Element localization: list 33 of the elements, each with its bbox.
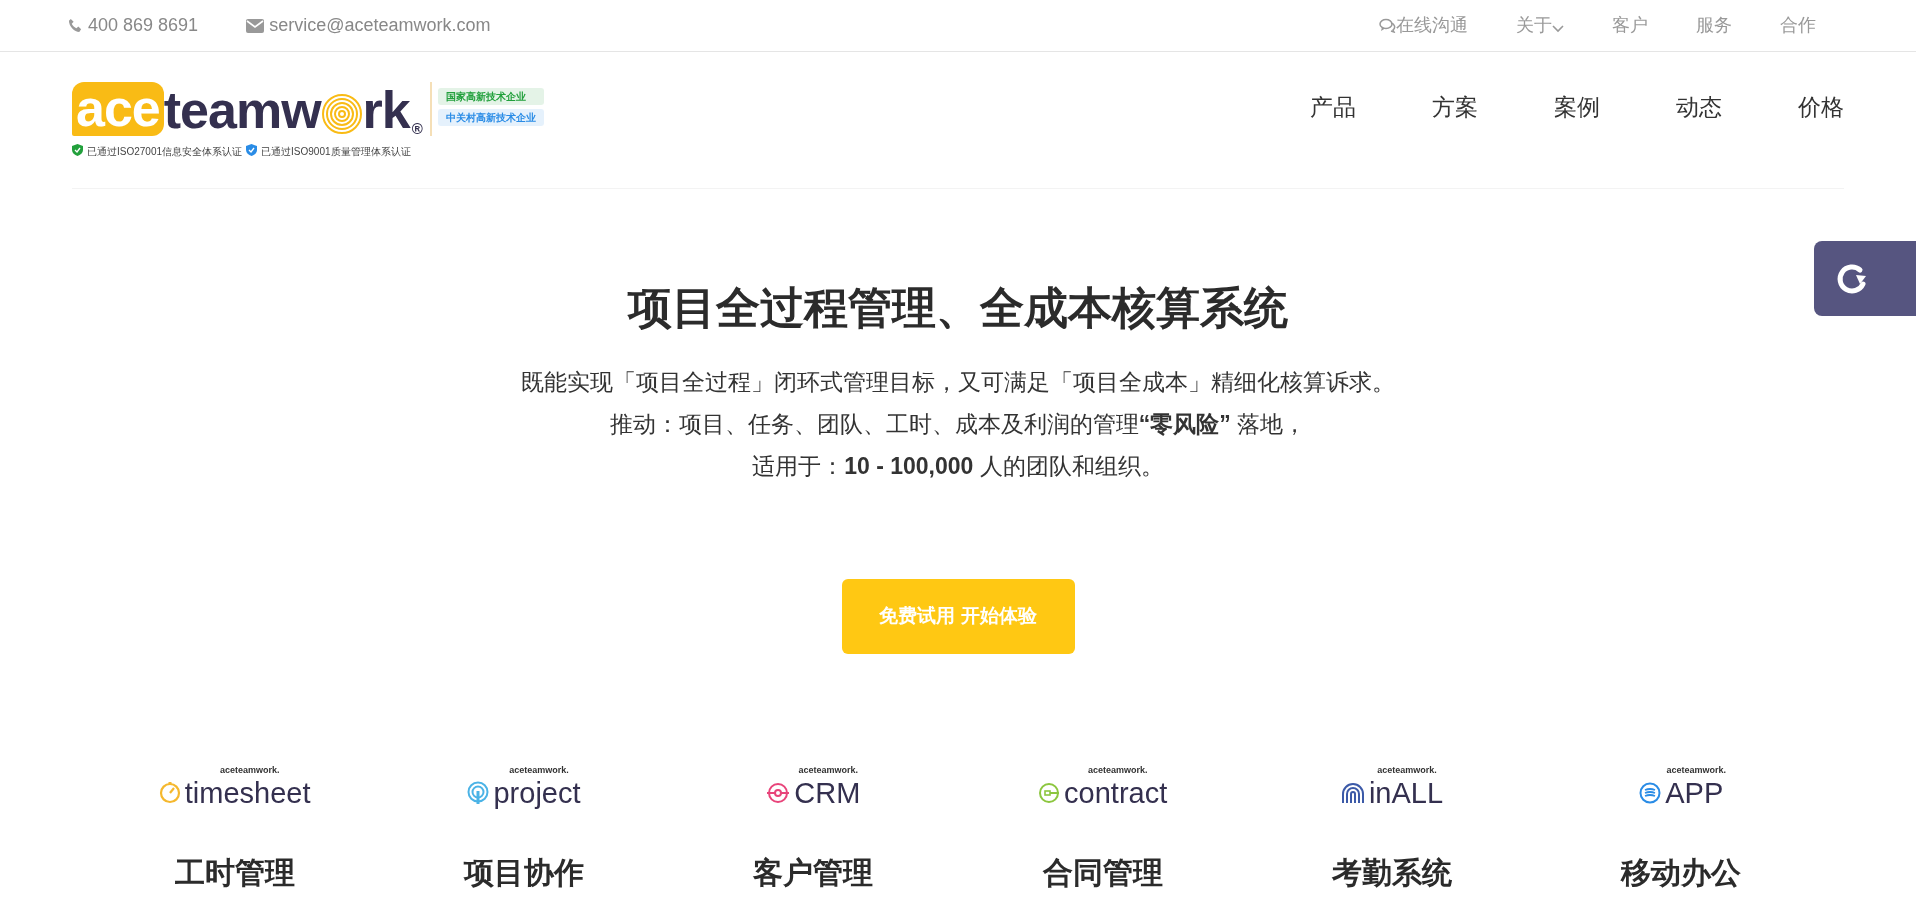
product-logo[interactable]: aceteamwork. project	[467, 765, 581, 808]
logo[interactable]: aceteamw rk®	[72, 82, 422, 136]
phone-icon	[68, 18, 83, 33]
nav-link-item[interactable]: 价格	[1798, 90, 1844, 125]
chat-icon	[1379, 18, 1396, 33]
mail-icon	[246, 19, 265, 33]
product-title: 工时管理	[174, 854, 295, 891]
hero-text: 适用于：10 - 100,000 人的团队和组织。	[751, 451, 1165, 481]
product-title: 考勤系统	[1331, 854, 1452, 891]
product-logo[interactable]: aceteamwork. CRM	[766, 765, 861, 808]
product-title: 移动办公	[1621, 854, 1742, 891]
product-logo[interactable]: aceteamwork. inALL	[1340, 765, 1444, 808]
nav-link-item[interactable]: 动态	[1676, 90, 1722, 125]
hero-title: 项目全过程管理、全成本核算系统	[626, 282, 1289, 334]
certification-text: 已通过ISO27001信息安全体系认证	[87, 145, 243, 159]
product-title: 合同管理	[1042, 854, 1163, 891]
nav-link-item[interactable]: 案例	[1554, 90, 1600, 125]
product-logo[interactable]: aceteamwork. contract	[1038, 765, 1168, 808]
certificate-tag: 中关村高新技术企业	[437, 109, 544, 126]
product-title: 客户管理	[753, 854, 874, 891]
floating-widget[interactable]	[1814, 241, 1916, 316]
caret-icon	[1552, 25, 1564, 33]
hero-text: 既能实现「项目全过程」闭环式管理目标，又可满足「项目全成本」精细化核算诉求。	[520, 367, 1396, 397]
phone-number: 400 869 8691	[68, 12, 199, 39]
hero-text: 推动：项目、任务、团队、工时、成本及利润的管理“零风险” 落地，	[608, 409, 1308, 439]
nav-link-item[interactable]: 产品	[1310, 90, 1356, 125]
certificate-tag: 国家高新技术企业	[437, 88, 544, 105]
nav-link-item[interactable]: 方案	[1432, 90, 1478, 125]
product-logo[interactable]: aceteamwork. timesheet	[158, 765, 311, 808]
product-title: 项目协作	[464, 854, 584, 891]
product-logo[interactable]: aceteamwork. APP	[1636, 765, 1727, 808]
certification-text: 已通过ISO9001质量管理体系认证	[261, 145, 411, 159]
email-address: service@aceteamwork.com	[246, 12, 491, 39]
